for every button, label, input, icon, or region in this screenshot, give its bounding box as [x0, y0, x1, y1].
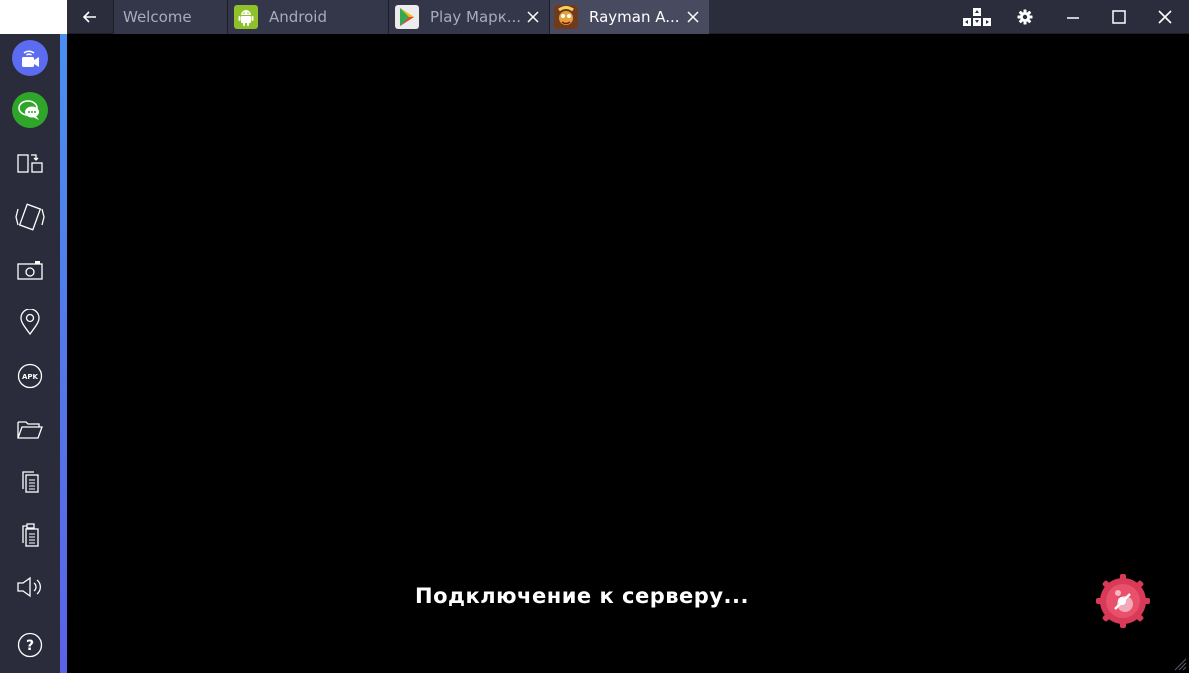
tab-label: Android — [269, 8, 327, 26]
tab-label: Rayman A... — [589, 8, 680, 26]
play-store-icon — [395, 5, 419, 29]
keyboard-mapping-button[interactable] — [954, 0, 1000, 34]
rotate-screen-button[interactable] — [8, 142, 52, 186]
shake-button[interactable] — [8, 195, 52, 239]
rayman-app-icon — [554, 5, 578, 29]
copy-button[interactable] — [8, 460, 52, 504]
paste-button[interactable] — [8, 513, 52, 557]
help-icon: ? — [17, 632, 43, 658]
apk-install-button[interactable]: APK — [8, 354, 52, 398]
copy-icon — [22, 471, 39, 493]
minimize-button[interactable] — [1050, 0, 1096, 34]
shake-icon — [15, 203, 45, 231]
tab-close-button[interactable] — [683, 0, 703, 34]
close-icon — [527, 11, 539, 23]
rotate-screen-icon — [17, 154, 43, 173]
folder-icon — [17, 421, 43, 439]
help-label: ? — [26, 638, 34, 654]
connecting-status-text: Подключение к серверу... — [415, 584, 749, 608]
close-icon — [687, 11, 699, 23]
back-button[interactable] — [67, 0, 113, 34]
chat-button[interactable] — [8, 88, 52, 132]
close-window-button[interactable] — [1142, 0, 1188, 34]
tab-play-store[interactable]: Play Марк... — [388, 0, 549, 34]
camera-screenshot-icon — [17, 261, 43, 280]
location-pin-icon — [20, 309, 40, 335]
loading-spinner-icon — [1096, 574, 1150, 628]
maximize-icon — [1112, 10, 1126, 24]
minimize-icon — [1067, 17, 1079, 19]
tab-label: Welcome — [123, 8, 192, 26]
close-icon — [1158, 10, 1172, 24]
apk-install-icon: APK — [17, 363, 43, 389]
maximize-button[interactable] — [1096, 0, 1142, 34]
resize-grip-icon[interactable] — [1173, 657, 1187, 671]
chat-bubble-icon — [12, 92, 48, 128]
window-corner — [0, 0, 67, 34]
tab-label: Play Марк... — [430, 8, 522, 26]
screenshot-button[interactable] — [8, 248, 52, 292]
left-sidebar: APK ? — [0, 34, 60, 673]
tab-close-button[interactable] — [523, 0, 543, 34]
help-button[interactable]: ? — [8, 623, 52, 667]
title-bar: Welcome Android Play Марк... Rayman A... — [67, 0, 1189, 34]
paste-icon — [22, 523, 39, 547]
android-icon — [234, 5, 258, 29]
keyboard-mapping-icon — [963, 8, 991, 26]
video-call-button[interactable] — [8, 36, 52, 80]
tab-android[interactable]: Android — [227, 0, 388, 34]
sidebar-accent-bar — [60, 34, 67, 673]
tab-welcome[interactable]: Welcome — [113, 0, 227, 34]
location-button[interactable] — [8, 300, 52, 344]
game-viewport[interactable] — [67, 34, 1189, 673]
apk-label: APK — [22, 373, 39, 381]
settings-gear-icon — [1017, 9, 1033, 25]
tab-rayman[interactable]: Rayman A... — [549, 0, 709, 34]
settings-button[interactable] — [1002, 0, 1048, 34]
video-call-icon — [12, 40, 48, 76]
back-arrow-icon — [83, 11, 96, 23]
folder-button[interactable] — [8, 407, 52, 451]
